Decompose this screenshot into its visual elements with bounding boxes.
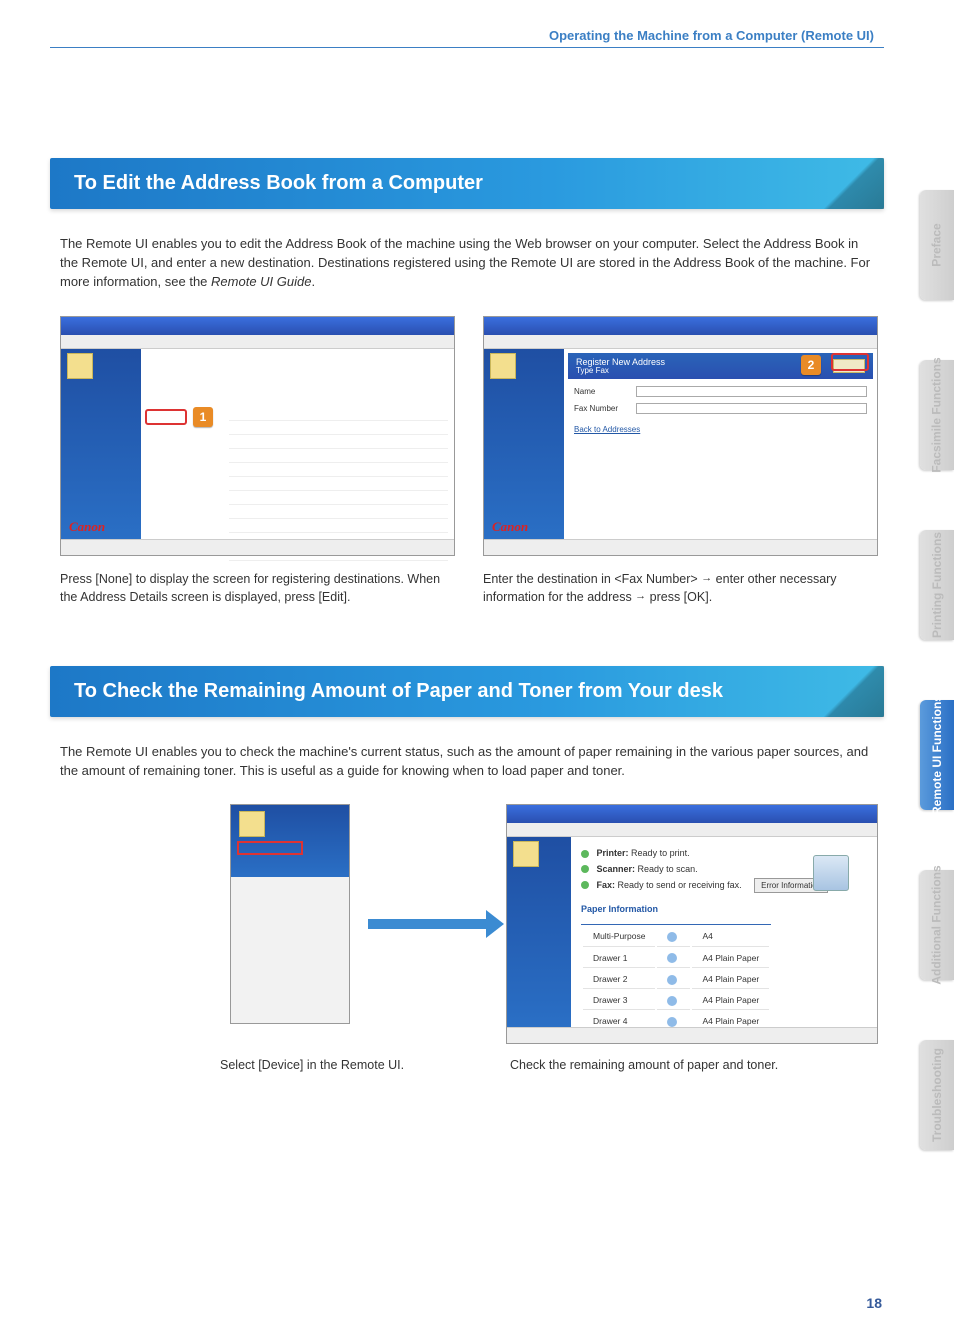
fax-number-label: Fax Number (574, 403, 630, 415)
table-row: Drawer 1 A4 Plain Paper (583, 949, 769, 968)
caption-left-1: Press [None] to display the screen for r… (60, 570, 455, 606)
section-address-book: To Edit the Address Book from a Computer… (50, 158, 884, 606)
printer-label: Printer: (597, 848, 629, 858)
callout-2: 2 (801, 355, 821, 375)
cap-r-c: press [OK]. (646, 590, 712, 604)
section2-heading: To Check the Remaining Amount of Paper a… (50, 666, 884, 717)
screenshot-device-status: Printer: Ready to print. Scanner: Ready … (506, 804, 878, 1044)
callout-1: 1 (193, 407, 213, 427)
status-ok-icon (581, 850, 589, 858)
paper-type: Plain Paper (715, 995, 759, 1005)
device-link-highlight (237, 841, 303, 855)
type-label: Type (576, 366, 593, 375)
screenshot-register-address: Register New Address Type Fax Name (483, 316, 878, 556)
canon-logo: Canon (492, 518, 528, 537)
paper-icon (667, 996, 677, 1006)
caption-right-2: Check the remaining amount of paper and … (510, 1056, 878, 1074)
paper-table: Multi-Purpose A4 Drawer 1 A4 Plain Paper D… (581, 924, 771, 1034)
section1-intro: The Remote UI enables you to edit the Ad… (60, 235, 878, 292)
status-ok-icon (581, 865, 589, 873)
scanner-text: Ready to scan. (638, 864, 698, 874)
tab-label: Preface (930, 223, 944, 266)
intro-text-a: The Remote UI enables you to edit the Ad… (60, 236, 870, 289)
name-label: Name (574, 386, 630, 398)
paper-src: Drawer 3 (583, 991, 655, 1010)
tab-label: Additional Functions (930, 865, 944, 984)
paper-icon (667, 1017, 677, 1027)
side-tabs: Preface Facsimile Functions Printing Fun… (920, 190, 954, 1150)
status-ok-icon (581, 881, 589, 889)
device-icon (239, 811, 265, 837)
device-icon (490, 353, 516, 379)
section1-heading: To Edit the Address Book from a Computer (50, 158, 884, 209)
back-link[interactable]: Back to Addresses (564, 418, 877, 442)
arrow-icon: → (635, 589, 646, 605)
tab-preface[interactable]: Preface (920, 190, 954, 300)
paper-icon (667, 953, 677, 963)
paper-type: Plain Paper (715, 974, 759, 984)
table-row: Drawer 3 A4 Plain Paper (583, 991, 769, 1010)
paper-type: Plain Paper (715, 1016, 759, 1026)
page-number: 18 (866, 1295, 882, 1311)
paper-type: Plain Paper (715, 953, 759, 963)
paper-size: A4 (702, 953, 712, 963)
paper-info-heading: Paper Information (571, 895, 877, 916)
header-rule (50, 47, 884, 48)
table-row: Multi-Purpose A4 (583, 927, 769, 946)
screenshot-sidebar-device: Canon (230, 804, 350, 1024)
table-row: Drawer 2 A4 Plain Paper (583, 970, 769, 989)
paper-src: Drawer 2 (583, 970, 655, 989)
device-icon (67, 353, 93, 379)
tab-remote-ui[interactable]: Remote UI Functions (920, 700, 954, 810)
tab-troubleshooting[interactable]: Troubleshooting (920, 1040, 954, 1150)
section-paper-toner: To Check the Remaining Amount of Paper a… (50, 666, 884, 1075)
paper-size: A4 (702, 974, 712, 984)
ok-highlight (831, 353, 869, 371)
tab-additional[interactable]: Additional Functions (920, 870, 954, 980)
paper-src: Multi-Purpose (583, 927, 655, 946)
cap-r-a: Enter the destination in <Fax Number> (483, 572, 701, 586)
name-input[interactable] (636, 386, 867, 397)
paper-src: Drawer 1 (583, 949, 655, 968)
section2-intro: The Remote UI enables you to check the m… (60, 743, 878, 781)
fax-label: Fax: (597, 880, 616, 890)
tab-printing[interactable]: Printing Functions (920, 530, 954, 640)
tab-label: Remote UI Functions (930, 695, 944, 815)
fax-text: Ready to send or receiving fax. (618, 880, 742, 890)
scanner-label: Scanner: (597, 864, 636, 874)
tab-facsimile[interactable]: Facsimile Functions (920, 360, 954, 470)
arrow-icon: → (701, 571, 712, 587)
canon-logo: Canon (69, 518, 105, 537)
printer-text: Ready to print. (631, 848, 690, 858)
paper-size: A4 (702, 995, 712, 1005)
none-button-highlight (145, 409, 187, 425)
caption-right-1: Enter the destination in <Fax Number> → … (483, 570, 878, 606)
type-value: Fax (596, 366, 609, 375)
fax-number-input[interactable] (636, 403, 867, 414)
printer-icon (813, 855, 849, 891)
arrow-icon (368, 919, 488, 929)
page-header-title: Operating the Machine from a Computer (R… (549, 28, 884, 43)
tab-label: Printing Functions (930, 532, 944, 638)
device-icon (513, 841, 539, 867)
paper-icon (667, 932, 677, 942)
remote-ui-guide-ref: Remote UI Guide (211, 274, 311, 289)
tab-label: Troubleshooting (930, 1048, 944, 1142)
paper-size: A4 (702, 1016, 712, 1026)
paper-size: A4 (692, 927, 769, 946)
screenshot-address-list: 1 Canon (60, 316, 455, 556)
caption-left-2: Select [Device] in the Remote UI. (220, 1056, 470, 1074)
paper-icon (667, 975, 677, 985)
tab-label: Facsimile Functions (930, 357, 944, 472)
intro-text-c: . (311, 274, 315, 289)
